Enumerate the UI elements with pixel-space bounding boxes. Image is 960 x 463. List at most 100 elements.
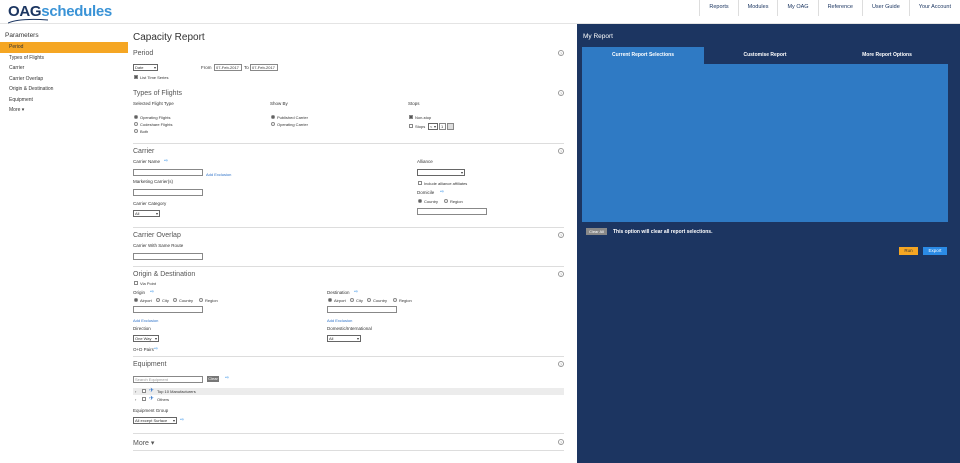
stops-checkbox[interactable] (409, 124, 413, 128)
clear-all-note: This option will clear all report select… (613, 229, 713, 235)
operating-flights-radio[interactable] (134, 115, 138, 119)
my-report-title: My Report (583, 33, 613, 40)
destination-add-exclusion-link[interactable]: Add Exclusion (327, 318, 352, 323)
equipment-title: Equipment (133, 361, 167, 368)
help-icon[interactable]: ? (558, 90, 564, 96)
domicile-country-radio[interactable] (418, 199, 422, 203)
origin-city-radio[interactable] (156, 298, 160, 302)
edit-list-icon[interactable]: ⇨ (354, 290, 361, 295)
operating-carrier-radio[interactable] (271, 122, 275, 126)
help-icon[interactable]: ? (558, 271, 564, 277)
origin-add-exclusion-link[interactable]: Add Exclusion (133, 318, 158, 323)
edit-list-icon[interactable]: ⇨ (150, 290, 157, 295)
page-title: Capacity Report (133, 32, 205, 43)
tab-current-report-selections[interactable]: Current Report Selections (582, 47, 704, 64)
from-date-input[interactable]: 07-Feb-2017 (214, 64, 242, 71)
edit-list-icon[interactable]: ⇨ (154, 347, 161, 352)
edit-list-icon[interactable]: ⇨ (225, 376, 232, 381)
sidebar-item-period[interactable]: Period (0, 42, 128, 53)
equipment-clear-button[interactable]: Clear (207, 376, 219, 382)
codeshare-flights-label: Codeshare Flights (140, 122, 173, 127)
destination-city-radio[interactable] (350, 298, 354, 302)
direction-select[interactable]: One Way (133, 335, 159, 342)
stops-stepper[interactable] (447, 123, 454, 130)
sidebar-item-equipment[interactable]: Equipment (0, 95, 128, 106)
destination-country-radio[interactable] (367, 298, 371, 302)
help-icon[interactable]: ? (558, 50, 564, 56)
edit-list-icon[interactable]: ⇨ (440, 190, 447, 195)
stops-operator-select[interactable]: < (428, 123, 438, 130)
edit-list-icon[interactable]: ⇨ (164, 159, 171, 164)
destination-region-radio[interactable] (393, 298, 397, 302)
report-form: Capacity Report Period ? Date From 07-Fe… (128, 24, 571, 463)
published-carrier-label: Published Carrier (277, 115, 308, 120)
help-icon[interactable]: ? (558, 232, 564, 238)
published-carrier-radio[interactable] (271, 115, 275, 119)
tree-checkbox[interactable] (142, 389, 146, 393)
carrier-category-select[interactable]: All (133, 210, 160, 217)
help-icon[interactable]: ? (558, 361, 564, 367)
both-label: Both (140, 129, 149, 134)
report-tabs: Current Report Selections Customise Repo… (582, 47, 948, 64)
tab-more-report-options[interactable]: More Report Options (826, 47, 948, 64)
nav-my-oag[interactable]: My OAG (777, 0, 817, 16)
parameters-sidebar: Parameters Period Types of Flights Carri… (0, 24, 128, 463)
edit-list-icon[interactable]: ⇨ (180, 418, 187, 423)
tree-checkbox[interactable] (142, 397, 146, 401)
airplane-icon: ✈ (149, 396, 155, 402)
include-affiliates-checkbox[interactable] (418, 181, 422, 185)
codeshare-flights-radio[interactable] (134, 122, 138, 126)
tab-customise-report[interactable]: Customise Report (704, 47, 826, 64)
stops-value-input[interactable]: 1 (439, 123, 446, 130)
carrier-name-label: Carrier Name (133, 159, 161, 164)
run-button[interactable]: Run (899, 247, 918, 255)
destination-input[interactable] (327, 306, 397, 313)
sidebar-item-origin-destination[interactable]: Origin & Destination (0, 84, 128, 95)
tree-row[interactable]: › ✈ Others (133, 396, 564, 403)
more-section[interactable]: More ▾ ? (133, 433, 564, 451)
destination-airport-radio[interactable] (328, 298, 332, 302)
sidebar-item-carrier[interactable]: Carrier (0, 63, 128, 74)
expand-icon[interactable]: › (135, 389, 136, 394)
carrier-title: Carrier (133, 148, 155, 155)
destination-label: Destination (327, 290, 350, 295)
origin-input[interactable] (133, 306, 203, 313)
both-radio[interactable] (134, 129, 138, 133)
clear-all-button[interactable]: Clear All (586, 228, 607, 235)
nav-your-account[interactable]: Your Account (908, 0, 960, 16)
nonstop-checkbox[interactable] (409, 115, 413, 119)
help-icon[interactable]: ? (558, 439, 564, 445)
origin-region-radio[interactable] (199, 298, 203, 302)
equipment-search-input[interactable]: Search Equipment (133, 376, 203, 383)
expand-icon[interactable]: › (135, 397, 136, 402)
tree-row[interactable]: › ✈ Top 10 Manufacturers (133, 388, 564, 395)
sidebar-item-types-of-flights[interactable]: Types of Flights (0, 53, 128, 64)
to-date-input[interactable]: 07-Feb-2017 (250, 64, 278, 71)
nav-modules[interactable]: Modules (737, 0, 778, 16)
marketing-carrier-input[interactable] (133, 189, 203, 196)
sidebar-item-carrier-overlap[interactable]: Carrier Overlap (0, 74, 128, 85)
same-route-input[interactable] (133, 253, 203, 260)
period-section: Period ? Date From 07-Feb-2017 To 07-Feb… (133, 46, 564, 91)
via-point-checkbox[interactable] (134, 281, 138, 285)
nav-reports[interactable]: Reports (699, 0, 737, 16)
origin-airport-radio[interactable] (134, 298, 138, 302)
origin-country-radio[interactable] (173, 298, 177, 302)
domestic-international-select[interactable]: All (327, 335, 361, 342)
carrier-section: Carrier ? Carrier Name ⇨ Add Exclusion M… (133, 143, 564, 227)
equipment-group-select[interactable]: All except Surface (133, 417, 177, 424)
help-icon[interactable]: ? (558, 148, 564, 154)
sidebar-item-more[interactable]: More ▾ (0, 105, 128, 116)
period-type-select[interactable]: Date (133, 64, 158, 71)
export-button[interactable]: Export (923, 247, 947, 255)
nav-reference[interactable]: Reference (817, 0, 862, 16)
nav-user-guide[interactable]: User Guide (861, 0, 909, 16)
carrier-name-input[interactable] (133, 169, 203, 176)
domicile-input[interactable] (417, 208, 487, 215)
list-time-series-checkbox[interactable] (134, 75, 138, 79)
carrier-add-exclusion-link[interactable]: Add Exclusion (206, 172, 231, 177)
operating-carrier-label: Operating Carrier (277, 122, 308, 127)
alliance-select[interactable] (417, 169, 465, 176)
more-title[interactable]: More ▾ (133, 439, 154, 447)
domicile-region-radio[interactable] (444, 199, 448, 203)
